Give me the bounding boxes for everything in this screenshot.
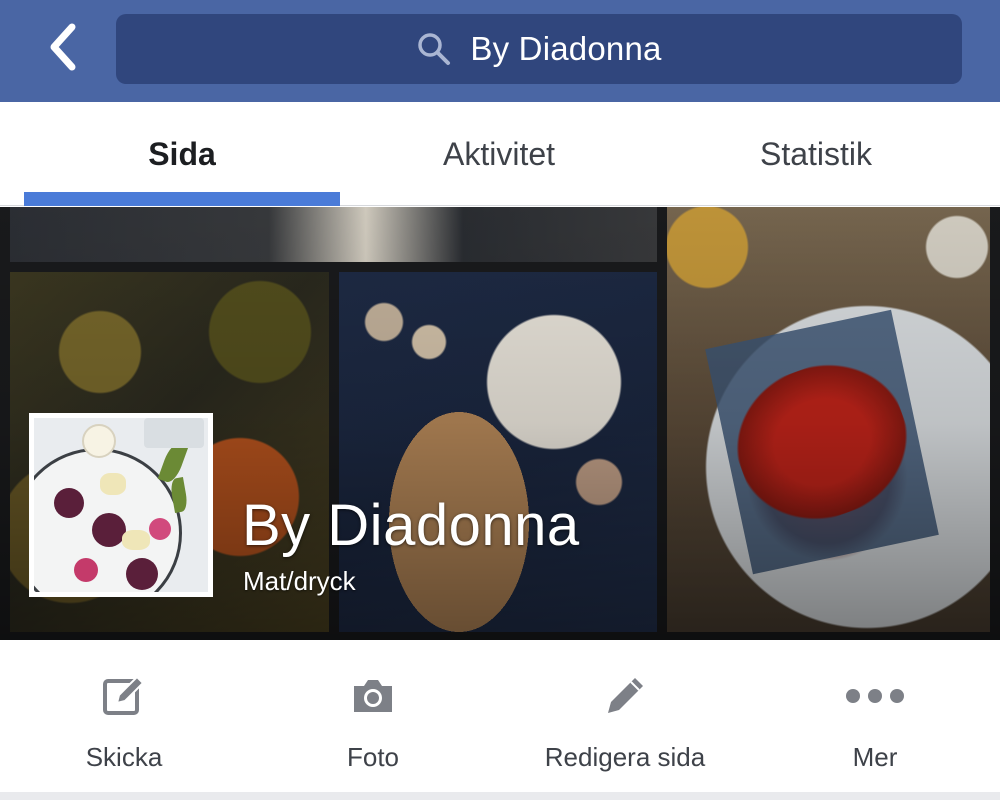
section-divider: [0, 792, 1000, 800]
chevron-left-icon: [50, 23, 76, 71]
top-bar: By Diadonna: [0, 0, 1000, 102]
beet-graphic: [74, 558, 98, 582]
foto-button[interactable]: Foto: [273, 640, 473, 792]
skicka-label: Skicka: [85, 742, 163, 772]
camera-icon: [350, 672, 396, 720]
back-button[interactable]: [38, 22, 88, 72]
napkin-graphic: [144, 418, 204, 448]
skicka-button[interactable]: Skicka: [24, 640, 224, 792]
profile-picture[interactable]: [29, 413, 213, 597]
search-bar[interactable]: By Diadonna: [116, 14, 962, 84]
mer-label: Mer: [852, 742, 898, 772]
search-query: By Diadonna: [470, 30, 662, 67]
more-icon: [845, 672, 905, 720]
redigera-sida-label: Redigera sida: [544, 742, 706, 772]
tab-bar: Sida Aktivitet Statistik: [0, 102, 1000, 206]
tab-statistik[interactable]: Statistik: [658, 102, 974, 206]
profile-picture-image: [34, 418, 208, 592]
beet-graphic: [54, 488, 84, 518]
foto-label: Foto: [346, 742, 400, 772]
page-category: Mat/dryck: [243, 566, 356, 596]
beet-graphic: [126, 558, 158, 590]
page-title: By Diadonna: [242, 493, 580, 558]
cheese-graphic: [100, 473, 126, 495]
mer-button[interactable]: Mer: [775, 640, 975, 792]
cheese-graphic: [122, 530, 150, 550]
pencil-icon: [602, 672, 648, 720]
page-action-bar: Skicka Foto Redigera sida Mer: [0, 640, 1000, 800]
redigera-sida-button[interactable]: Redigera sida: [515, 640, 735, 792]
active-tab-indicator: [24, 192, 340, 206]
tab-sida[interactable]: Sida: [24, 102, 340, 206]
tab-aktivitet[interactable]: Aktivitet: [341, 102, 657, 206]
bowl-graphic: [82, 424, 116, 458]
compose-icon: [101, 672, 147, 720]
search-icon: [416, 31, 452, 67]
beet-graphic: [149, 518, 171, 540]
beet-graphic: [92, 513, 126, 547]
